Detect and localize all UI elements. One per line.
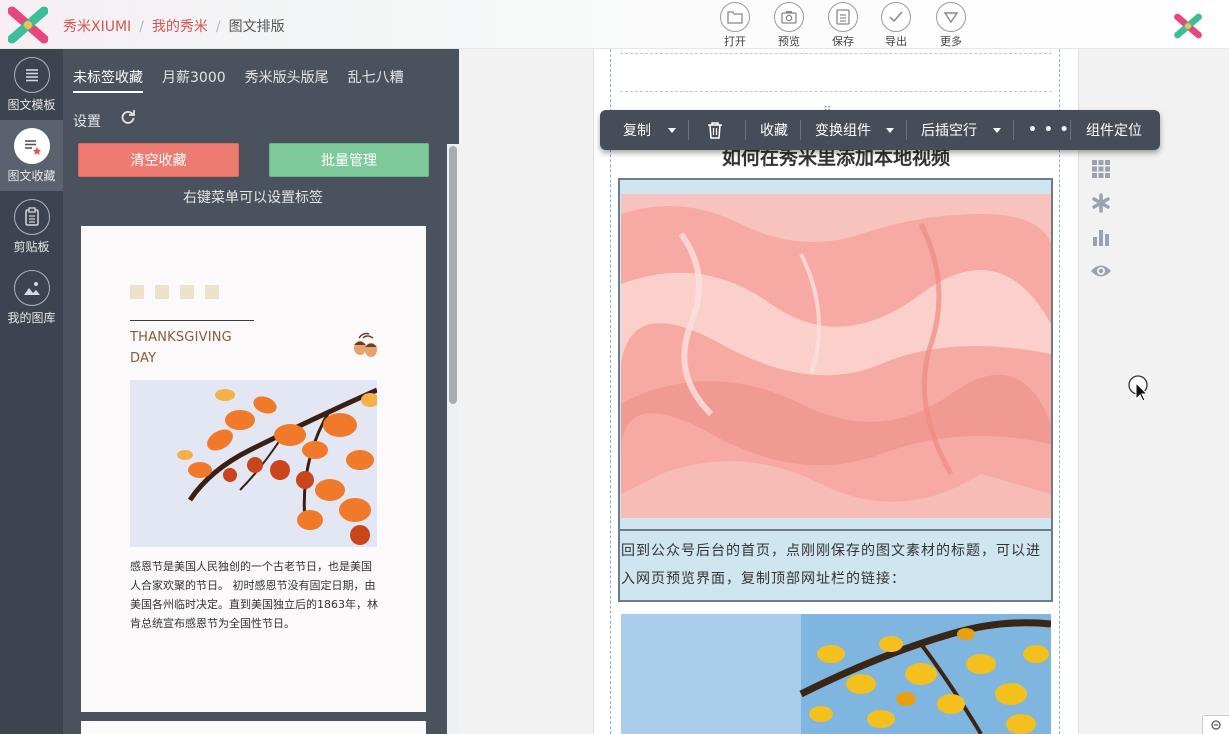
tab-salary[interactable]: 月薪3000 [162, 67, 226, 91]
clipboard-icon [13, 199, 50, 235]
component-toolbar: 复制 收藏 变换组件 后插空行 • • • 组件定位 [600, 110, 1160, 150]
clear-favorites-button[interactable]: 清空收藏 [78, 143, 239, 177]
guide-line [620, 53, 1052, 54]
folder-open-icon [720, 2, 750, 32]
asterisk-icon[interactable] [1090, 192, 1112, 214]
bar-chart-icon[interactable] [1090, 226, 1112, 248]
gallery-icon [13, 270, 50, 306]
locate-component-button[interactable]: 组件定位 [1086, 110, 1142, 150]
insert-blank-after-button[interactable]: 后插空行 [921, 110, 977, 150]
more-chevron-icon [936, 2, 966, 32]
nav-gallery[interactable]: 我的图库 [0, 262, 63, 333]
card-text: 感恩节是美国人民独创的一个古老节日，也是美国人合家欢聚的节日。 初时感恩节没有固… [130, 560, 378, 630]
nav-favorites[interactable]: 图文收藏 [0, 120, 63, 191]
tab-untagged[interactable]: 未标签收藏 [73, 67, 143, 93]
toolbar-separator [745, 120, 746, 140]
favorites-panel: 未标签收藏 月薪3000 秀米版头版尾 乱七八糟 设置 清空收藏 批量管理 右键菜单可… [63, 49, 459, 734]
breadcrumb-brand[interactable]: 秀米XIUMI [63, 19, 131, 35]
block-divider [620, 529, 1052, 531]
guide-line [620, 91, 1052, 92]
refresh-icon[interactable] [120, 109, 136, 129]
breadcrumb-current: 图文排版 [228, 19, 285, 35]
guide-line [610, 49, 611, 734]
export-button[interactable]: 导出 [870, 2, 922, 49]
panel-tabs: 未标签收藏 月薪3000 秀米版头版尾 乱七八糟 [73, 67, 423, 93]
tab-misc[interactable]: 乱七八糟 [348, 67, 404, 91]
chevron-down-icon [668, 127, 676, 133]
ginkgo-photo[interactable] [621, 614, 1051, 734]
article-paragraph[interactable]: 回到公众号后台的首页，点刚刚保存的图文素材的标题，可以进入网页预览界面，复制顶部… [621, 537, 1051, 593]
more-options-icon[interactable]: • • • [1028, 110, 1070, 150]
top-bar: 秀米XIUMI / 我的秀米 / 图文排版 打开 预览 保存 导出 更多 [0, 0, 1229, 49]
decor-square [155, 285, 169, 299]
grid-icon[interactable] [1090, 158, 1112, 180]
insert-dropdown[interactable] [993, 110, 1001, 150]
tag-hint: 右键菜单可以设置标签 [183, 190, 323, 206]
favorite-card-next[interactable] [81, 721, 426, 734]
export-check-icon [881, 2, 911, 32]
panel-scroll-thumb[interactable] [449, 146, 457, 404]
preview-icon [774, 2, 804, 32]
copy-dropdown[interactable] [668, 110, 676, 150]
nav-templates[interactable]: 图文模板 [0, 49, 63, 120]
template-list-icon [13, 57, 50, 93]
nav-clipboard[interactable]: 剪贴板 [0, 191, 63, 262]
toolbar-separator [688, 120, 689, 140]
guide-line [1059, 49, 1060, 734]
breadcrumb: 秀米XIUMI / 我的秀米 / 图文排版 [63, 19, 285, 35]
toolbar-separator [906, 120, 907, 140]
marble-image[interactable] [621, 194, 1051, 518]
toolbar-separator [800, 120, 801, 140]
eye-icon[interactable] [1090, 260, 1112, 282]
breadcrumb-my-xiumi[interactable]: 我的秀米 [152, 19, 208, 35]
chevron-down-icon [993, 127, 1001, 133]
card-divider [130, 320, 254, 321]
zoom-icon[interactable] [1202, 715, 1229, 734]
decor-square [130, 285, 144, 299]
switch-component-button[interactable]: 变换组件 [815, 110, 871, 150]
toolbar-separator [1013, 120, 1014, 140]
autumn-leaves-photo [130, 380, 377, 547]
decor-square [205, 285, 219, 299]
save-icon [828, 2, 858, 32]
settings-link[interactable]: 设置 [73, 111, 101, 131]
trash-icon [708, 122, 722, 139]
toolbar-separator [1070, 120, 1071, 140]
mouse-cursor [1127, 375, 1151, 407]
xiumi-corner-logo[interactable] [1168, 6, 1208, 46]
tab-header-footer[interactable]: 秀米版头版尾 [245, 67, 329, 91]
batch-manage-button[interactable]: 批量管理 [269, 143, 429, 177]
acorn-icon [351, 332, 379, 362]
open-button[interactable]: 打开 [709, 2, 761, 49]
favorite-button[interactable]: 收藏 [760, 110, 788, 150]
copy-button[interactable]: 复制 [623, 110, 651, 150]
favorite-card[interactable]: THANKSGIVING DAY 感恩节是美国人民独创的一个古老节日，也是美国人… [81, 226, 426, 712]
decor-square [180, 285, 194, 299]
card-title: THANKSGIVING DAY [130, 330, 232, 366]
chevron-down-icon [886, 127, 894, 133]
switch-dropdown[interactable] [886, 110, 894, 150]
save-button[interactable]: 保存 [817, 2, 869, 49]
left-nav: 图文模板 图文收藏 剪贴板 我的图库 [0, 49, 63, 734]
xiumi-logo[interactable] [7, 5, 49, 45]
more-button[interactable]: 更多 [925, 2, 977, 49]
favorites-icon [13, 128, 50, 164]
delete-button[interactable] [707, 110, 723, 150]
preview-button[interactable]: 预览 [763, 2, 815, 49]
